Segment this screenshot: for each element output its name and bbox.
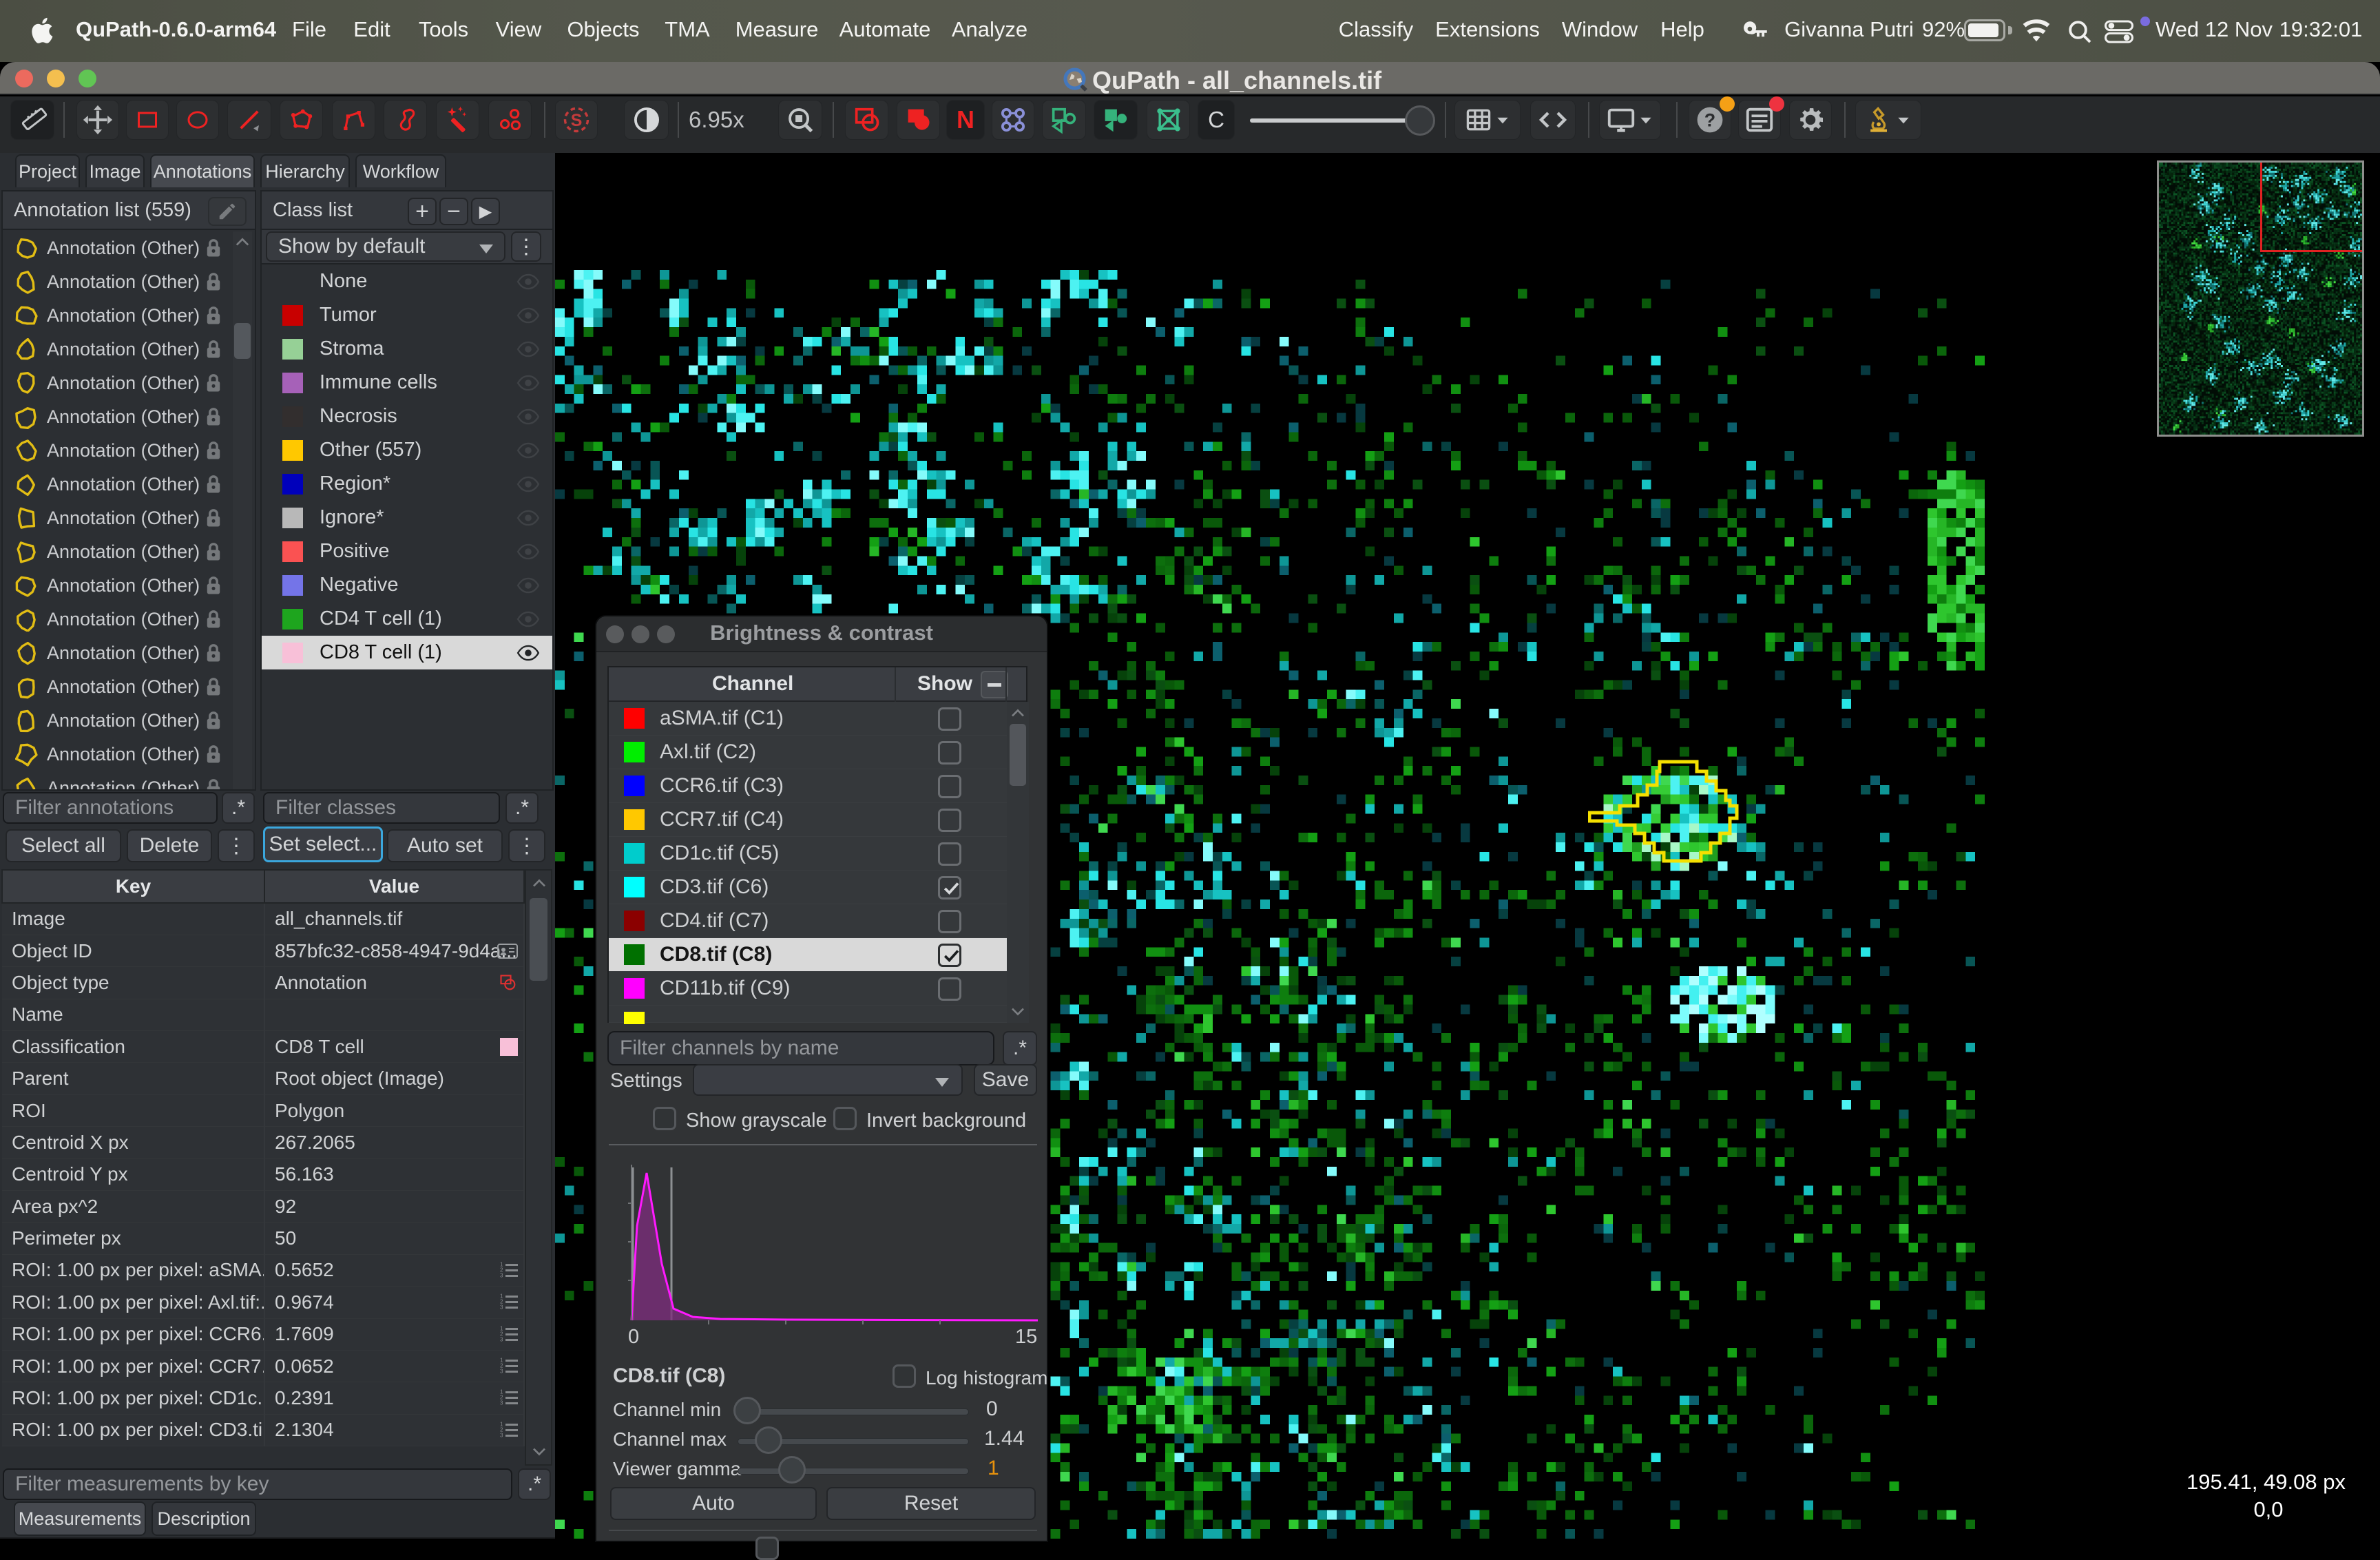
svg-text:3: 3 — [500, 1336, 503, 1342]
svg-text:3: 3 — [500, 1368, 503, 1374]
svg-text:S: S — [571, 111, 583, 130]
svg-text:3: 3 — [500, 1272, 503, 1278]
svg-text:3: 3 — [500, 1304, 503, 1311]
svg-text:3: 3 — [500, 1432, 503, 1438]
svg-text:3: 3 — [500, 1400, 503, 1406]
svg-text:?: ? — [1704, 110, 1715, 131]
